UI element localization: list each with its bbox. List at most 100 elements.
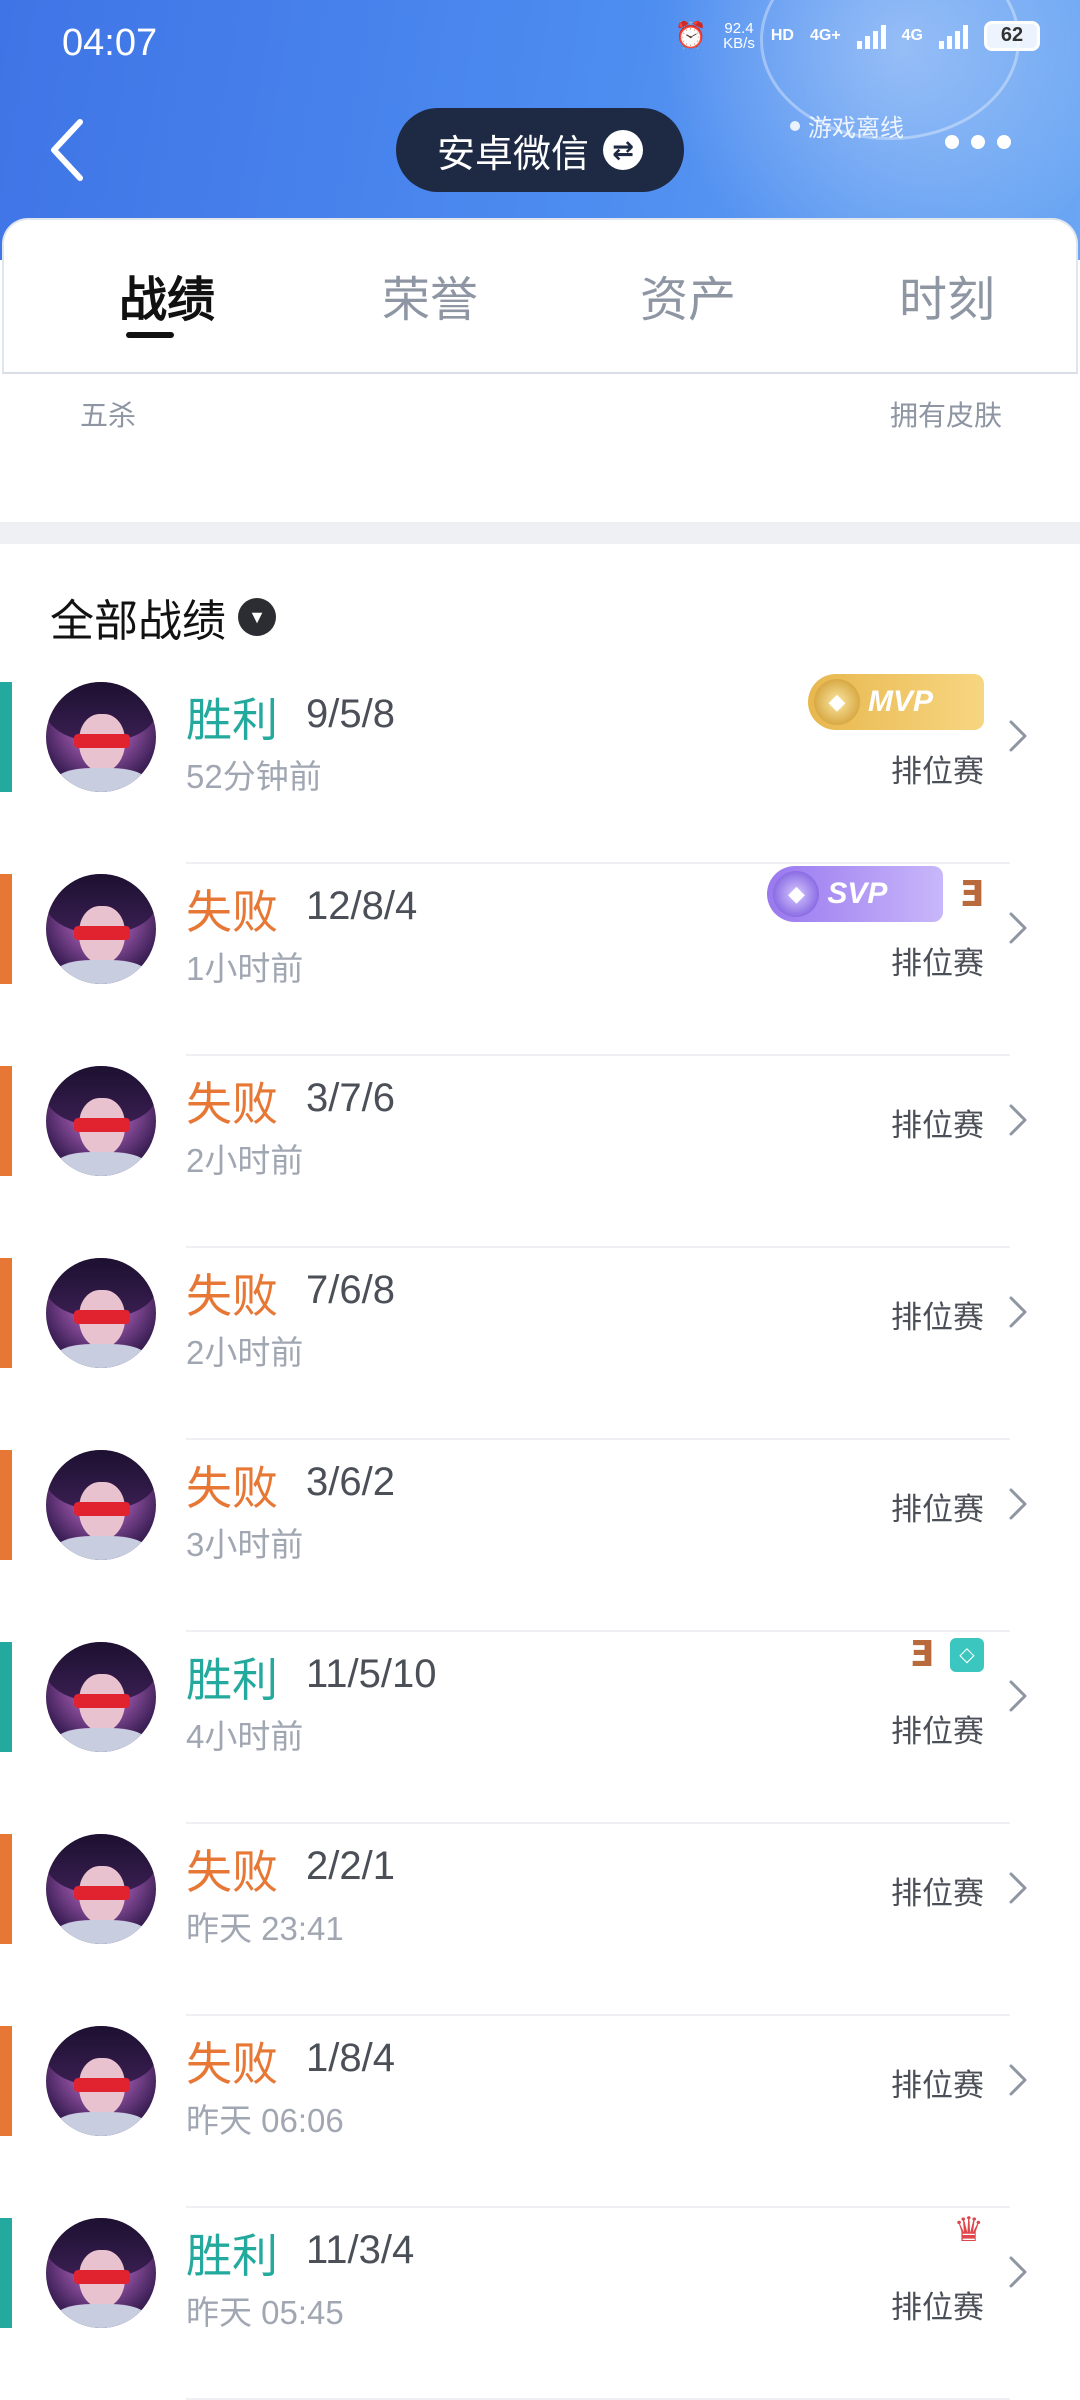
chevron-right-icon bbox=[1009, 720, 1027, 752]
hero-avatar bbox=[46, 1066, 156, 1176]
record-filter-dropdown[interactable]: 全部战绩 ▼ bbox=[50, 585, 276, 649]
match-result: 胜利 bbox=[186, 694, 278, 746]
match-result: 失败 bbox=[186, 1270, 278, 1322]
status-icons: ⏰ 92.4 KB/s HD 4G+ 4G 62 bbox=[675, 20, 1040, 51]
match-result: 失败 bbox=[186, 1846, 278, 1898]
back-button[interactable] bbox=[40, 110, 100, 190]
match-list: 胜利 9/5/8 52分钟前 ◆ MVP 排位赛 失败 12/8/4 1小时前 ◆… bbox=[0, 672, 1080, 2400]
tab-active-indicator bbox=[126, 332, 174, 338]
match-mode: 排位赛 bbox=[891, 1108, 984, 1143]
match-kda: 9/5/8 bbox=[306, 692, 395, 736]
result-indicator-bar bbox=[0, 1834, 12, 1944]
match-time: 昨天 05:45 bbox=[186, 2294, 344, 2331]
switch-arrows-icon: ⇄ bbox=[603, 130, 643, 170]
crown-icon: ♛ bbox=[953, 2211, 984, 2249]
match-kda: 12/8/4 bbox=[306, 884, 418, 928]
section-divider bbox=[0, 522, 1080, 544]
chevron-right-icon bbox=[1009, 2256, 1027, 2288]
hero-avatar bbox=[46, 2218, 156, 2328]
chevron-right-icon bbox=[1009, 1680, 1027, 1712]
match-row[interactable]: 失败 7/6/8 2小时前 排位赛 bbox=[0, 1248, 1080, 1440]
match-mode: 排位赛 bbox=[891, 1492, 984, 1527]
result-indicator-bar bbox=[0, 1066, 12, 1176]
result-indicator-bar bbox=[0, 2218, 12, 2328]
match-mode: 排位赛 bbox=[891, 1714, 984, 1749]
match-mode: 排位赛 bbox=[891, 754, 984, 789]
match-row[interactable]: 失败 3/6/2 3小时前 排位赛 bbox=[0, 1440, 1080, 1632]
status-dot-icon bbox=[790, 120, 800, 131]
mvp-badge: ◆ MVP bbox=[808, 674, 984, 730]
match-time: 昨天 23:41 bbox=[186, 1910, 344, 1947]
stats-row: 五杀 拥有皮肤 bbox=[0, 376, 1080, 526]
tab-assets[interactable]: 资产 bbox=[640, 260, 736, 330]
match-mode: 排位赛 bbox=[891, 1876, 984, 1911]
hero-avatar bbox=[46, 1834, 156, 1944]
hd-icon: HD bbox=[770, 26, 794, 44]
match-kda: 3/7/6 bbox=[306, 1076, 395, 1120]
svp-badge-label: SVP bbox=[827, 877, 888, 910]
stat-label-skins: 拥有皮肤 bbox=[889, 400, 1002, 431]
alarm-icon: ⏰ bbox=[674, 20, 708, 50]
match-time: 2小时前 bbox=[186, 1142, 304, 1179]
status-time: 04:07 bbox=[62, 22, 158, 64]
match-result: 胜利 bbox=[186, 1654, 278, 1706]
game-status: 游戏离线 bbox=[790, 108, 904, 143]
signal-icon-2 bbox=[939, 23, 968, 49]
match-kda: 7/6/8 bbox=[306, 1268, 395, 1312]
chevron-right-icon bbox=[1009, 1104, 1027, 1136]
svp-badge: ◆ SVP bbox=[767, 866, 944, 922]
match-result: 失败 bbox=[186, 1078, 278, 1130]
match-result: 失败 bbox=[186, 886, 278, 938]
chevron-left-icon bbox=[51, 119, 83, 181]
hero-avatar bbox=[46, 1642, 156, 1752]
account-switch-button[interactable]: 安卓微信 ⇄ bbox=[396, 108, 684, 192]
match-time: 4小时前 bbox=[186, 1718, 304, 1755]
match-row[interactable]: 失败 2/2/1 昨天 23:41 排位赛 bbox=[0, 1824, 1080, 2016]
game-status-text: 游戏离线 bbox=[808, 115, 904, 142]
match-badges: Ǝ ◇ bbox=[909, 1634, 984, 1675]
tab-honor[interactable]: 荣誉 bbox=[382, 260, 478, 330]
net-speed-unit: KB/s bbox=[723, 34, 755, 52]
match-result: 失败 bbox=[186, 1462, 278, 1514]
mvp-badge-label: MVP bbox=[868, 685, 934, 718]
match-row[interactable]: 胜利 9/5/8 52分钟前 ◆ MVP 排位赛 bbox=[0, 672, 1080, 864]
match-badges: ♛ bbox=[954, 2210, 984, 2250]
tab-record[interactable]: 战绩 bbox=[119, 260, 215, 330]
triple-kill-icon: Ǝ bbox=[959, 873, 984, 915]
more-dot-icon bbox=[997, 135, 1011, 149]
more-button[interactable] bbox=[945, 135, 1011, 149]
result-indicator-bar bbox=[0, 874, 12, 984]
more-dot-icon bbox=[971, 135, 985, 149]
signal-label-2: 4G bbox=[901, 26, 923, 44]
result-indicator-bar bbox=[0, 1642, 12, 1752]
result-indicator-bar bbox=[0, 2026, 12, 2136]
result-indicator-bar bbox=[0, 1450, 12, 1560]
net-speed: 92.4 KB/s bbox=[723, 21, 755, 51]
match-mode: 排位赛 bbox=[891, 2290, 984, 2325]
match-time: 52分钟前 bbox=[186, 758, 322, 795]
match-kda: 3/6/2 bbox=[306, 1460, 395, 1504]
hero-avatar bbox=[46, 682, 156, 792]
triple-kill-icon: Ǝ bbox=[909, 1634, 934, 1675]
signal-label-1: 4G+ bbox=[809, 26, 841, 44]
match-mode: 排位赛 bbox=[891, 1300, 984, 1335]
section-title: 全部战绩 bbox=[50, 597, 226, 646]
medal-icon: ◆ bbox=[814, 679, 860, 725]
tab-moments[interactable]: 时刻 bbox=[899, 260, 995, 330]
match-time: 1小时前 bbox=[186, 950, 304, 987]
hero-avatar bbox=[46, 1258, 156, 1368]
match-mode: 排位赛 bbox=[891, 946, 984, 981]
match-kda: 11/3/4 bbox=[306, 2228, 415, 2272]
match-row[interactable]: 失败 12/8/4 1小时前 ◆ SVP Ǝ 排位赛 bbox=[0, 864, 1080, 1056]
chevron-right-icon bbox=[1009, 1296, 1027, 1328]
match-time: 昨天 06:06 bbox=[186, 2102, 344, 2139]
match-row[interactable]: 失败 1/8/4 昨天 06:06 排位赛 bbox=[0, 2016, 1080, 2208]
match-row[interactable]: 胜利 11/3/4 昨天 05:45 ♛ 排位赛 bbox=[0, 2208, 1080, 2400]
result-indicator-bar bbox=[0, 682, 12, 792]
match-row[interactable]: 胜利 11/5/10 4小时前 Ǝ ◇ 排位赛 bbox=[0, 1632, 1080, 1824]
shield-icon: ◇ bbox=[950, 1637, 984, 1672]
match-kda: 1/8/4 bbox=[306, 2036, 395, 2080]
match-row[interactable]: 失败 3/7/6 2小时前 排位赛 bbox=[0, 1056, 1080, 1248]
match-time: 3小时前 bbox=[186, 1526, 304, 1563]
match-result: 胜利 bbox=[186, 2230, 278, 2282]
